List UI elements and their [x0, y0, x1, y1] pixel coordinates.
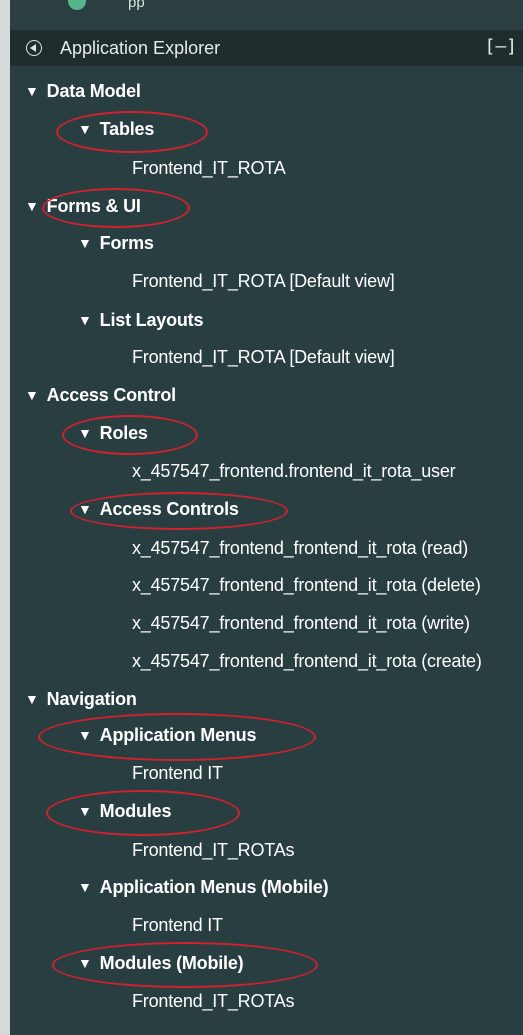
caret-down-icon[interactable]: ▼ [78, 950, 92, 976]
caret-down-icon[interactable]: ▼ [25, 686, 39, 712]
caret-down-icon[interactable]: ▼ [78, 307, 92, 333]
collapse-all-button[interactable]: [–] [484, 36, 517, 57]
app-name-cut-text: pp [128, 0, 145, 11]
tree-node-label: Forms & UI [46, 196, 141, 216]
caret-down-icon[interactable]: ▼ [78, 496, 92, 522]
tree-node-access-controls[interactable]: ▼ Access Controls [78, 496, 239, 522]
app-status-dot-icon [68, 0, 86, 10]
tree-node-access-control[interactable]: ▼ Access Control [25, 382, 176, 408]
tree-leaf-module-mobile[interactable]: Frontend_IT_ROTAs [132, 988, 295, 1014]
explorer-header: Application Explorer [–] [10, 30, 523, 66]
tree-node-application-menus[interactable]: ▼ Application Menus [78, 722, 256, 748]
tree-leaf-acl-read[interactable]: x_457547_frontend_frontend_it_rota (read… [132, 535, 468, 561]
caret-down-icon[interactable]: ▼ [25, 382, 39, 408]
tree-node-data-model[interactable]: ▼ Data Model [25, 78, 141, 104]
tree-leaf-list-layout[interactable]: Frontend_IT_ROTA [Default view] [132, 344, 395, 370]
tree-node-list-layouts[interactable]: ▼ List Layouts [78, 307, 203, 333]
tree-node-application-menus-mobile[interactable]: ▼ Application Menus (Mobile) [78, 874, 329, 900]
tree-node-label: Modules (Mobile) [99, 953, 244, 973]
caret-down-icon[interactable]: ▼ [25, 78, 39, 104]
tree-node-tables[interactable]: ▼ Tables [78, 116, 154, 142]
circle-left-arrow-icon[interactable] [26, 40, 42, 56]
tree-leaf-table[interactable]: Frontend_IT_ROTA [132, 155, 286, 181]
top-strip: pp [10, 0, 523, 30]
tree-node-modules-mobile[interactable]: ▼ Modules (Mobile) [78, 950, 244, 976]
tree-node-label: Tables [99, 119, 155, 139]
tree-node-label: Navigation [46, 689, 137, 709]
tree-node-label: Application Menus [99, 725, 257, 745]
tree-node-label: Application Menus (Mobile) [99, 877, 329, 897]
tree-leaf-application-menu[interactable]: Frontend IT [132, 760, 223, 786]
tree-node-forms[interactable]: ▼ Forms [78, 230, 154, 256]
tree-leaf-application-menu-mobile[interactable]: Frontend IT [132, 912, 223, 938]
tree-node-label: Roles [99, 423, 148, 443]
caret-down-icon[interactable]: ▼ [78, 116, 92, 142]
tree-node-label: Forms [99, 233, 154, 253]
explorer-title: Application Explorer [60, 38, 221, 58]
tree-node-roles[interactable]: ▼ Roles [78, 420, 148, 446]
caret-down-icon[interactable]: ▼ [78, 874, 92, 900]
tree-leaf-role[interactable]: x_457547_frontend.frontend_it_rota_user [132, 458, 456, 484]
caret-down-icon[interactable]: ▼ [78, 722, 92, 748]
tree-node-label: Data Model [46, 81, 141, 101]
tree-node-modules[interactable]: ▼ Modules [78, 798, 171, 824]
tree-node-label: Access Controls [99, 499, 239, 519]
caret-down-icon[interactable]: ▼ [78, 420, 92, 446]
tree-node-label: Access Control [46, 385, 176, 405]
left-border [0, 0, 10, 1035]
tree-leaf-acl-delete[interactable]: x_457547_frontend_frontend_it_rota (dele… [132, 572, 481, 598]
tree-node-label: List Layouts [99, 310, 204, 330]
tree-node-navigation[interactable]: ▼ Navigation [25, 686, 137, 712]
tree-leaf-form[interactable]: Frontend_IT_ROTA [Default view] [132, 268, 395, 294]
caret-down-icon[interactable]: ▼ [78, 798, 92, 824]
tree-leaf-module[interactable]: Frontend_IT_ROTAs [132, 837, 295, 863]
tree-leaf-acl-write[interactable]: x_457547_frontend_frontend_it_rota (writ… [132, 610, 470, 636]
caret-down-icon[interactable]: ▼ [25, 193, 39, 219]
tree-node-label: Modules [99, 801, 172, 821]
application-explorer-panel: pp Application Explorer [–] ▼ Data Model … [0, 0, 523, 1035]
tree-node-forms-ui[interactable]: ▼ Forms & UI [25, 193, 141, 219]
caret-down-icon[interactable]: ▼ [78, 230, 92, 256]
tree-leaf-acl-create[interactable]: x_457547_frontend_frontend_it_rota (crea… [132, 648, 482, 674]
